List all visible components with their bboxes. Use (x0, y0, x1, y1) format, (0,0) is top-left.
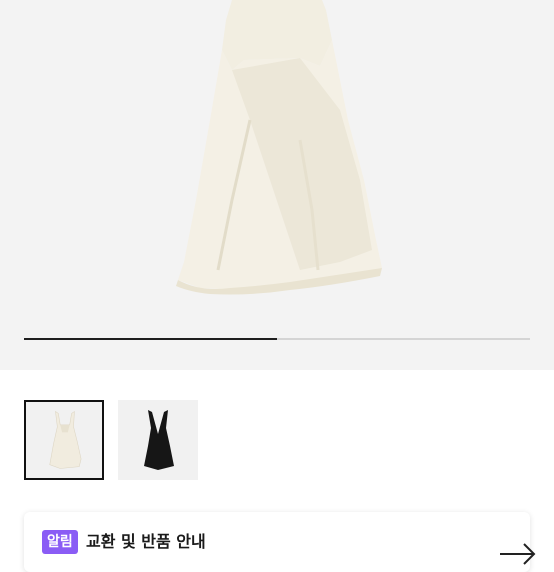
product-image-area[interactable] (0, 0, 554, 370)
notice-text: 교환 및 반품 안내 (86, 532, 206, 551)
black-dress-thumbnail (144, 410, 174, 470)
cream-dress-image (176, 0, 382, 295)
exchange-return-notice[interactable]: 알림 교환 및 반품 안내 (24, 512, 536, 572)
thumbnail-black-dress[interactable] (118, 400, 198, 480)
arrow-right-icon[interactable] (498, 540, 538, 570)
gallery-progress-bar (24, 338, 530, 340)
thumbnail-cream-dress[interactable] (24, 400, 104, 480)
gallery-progress-fill (24, 338, 277, 340)
notice-badge: 알림 (42, 530, 78, 554)
cream-dress-thumbnail (49, 410, 82, 469)
